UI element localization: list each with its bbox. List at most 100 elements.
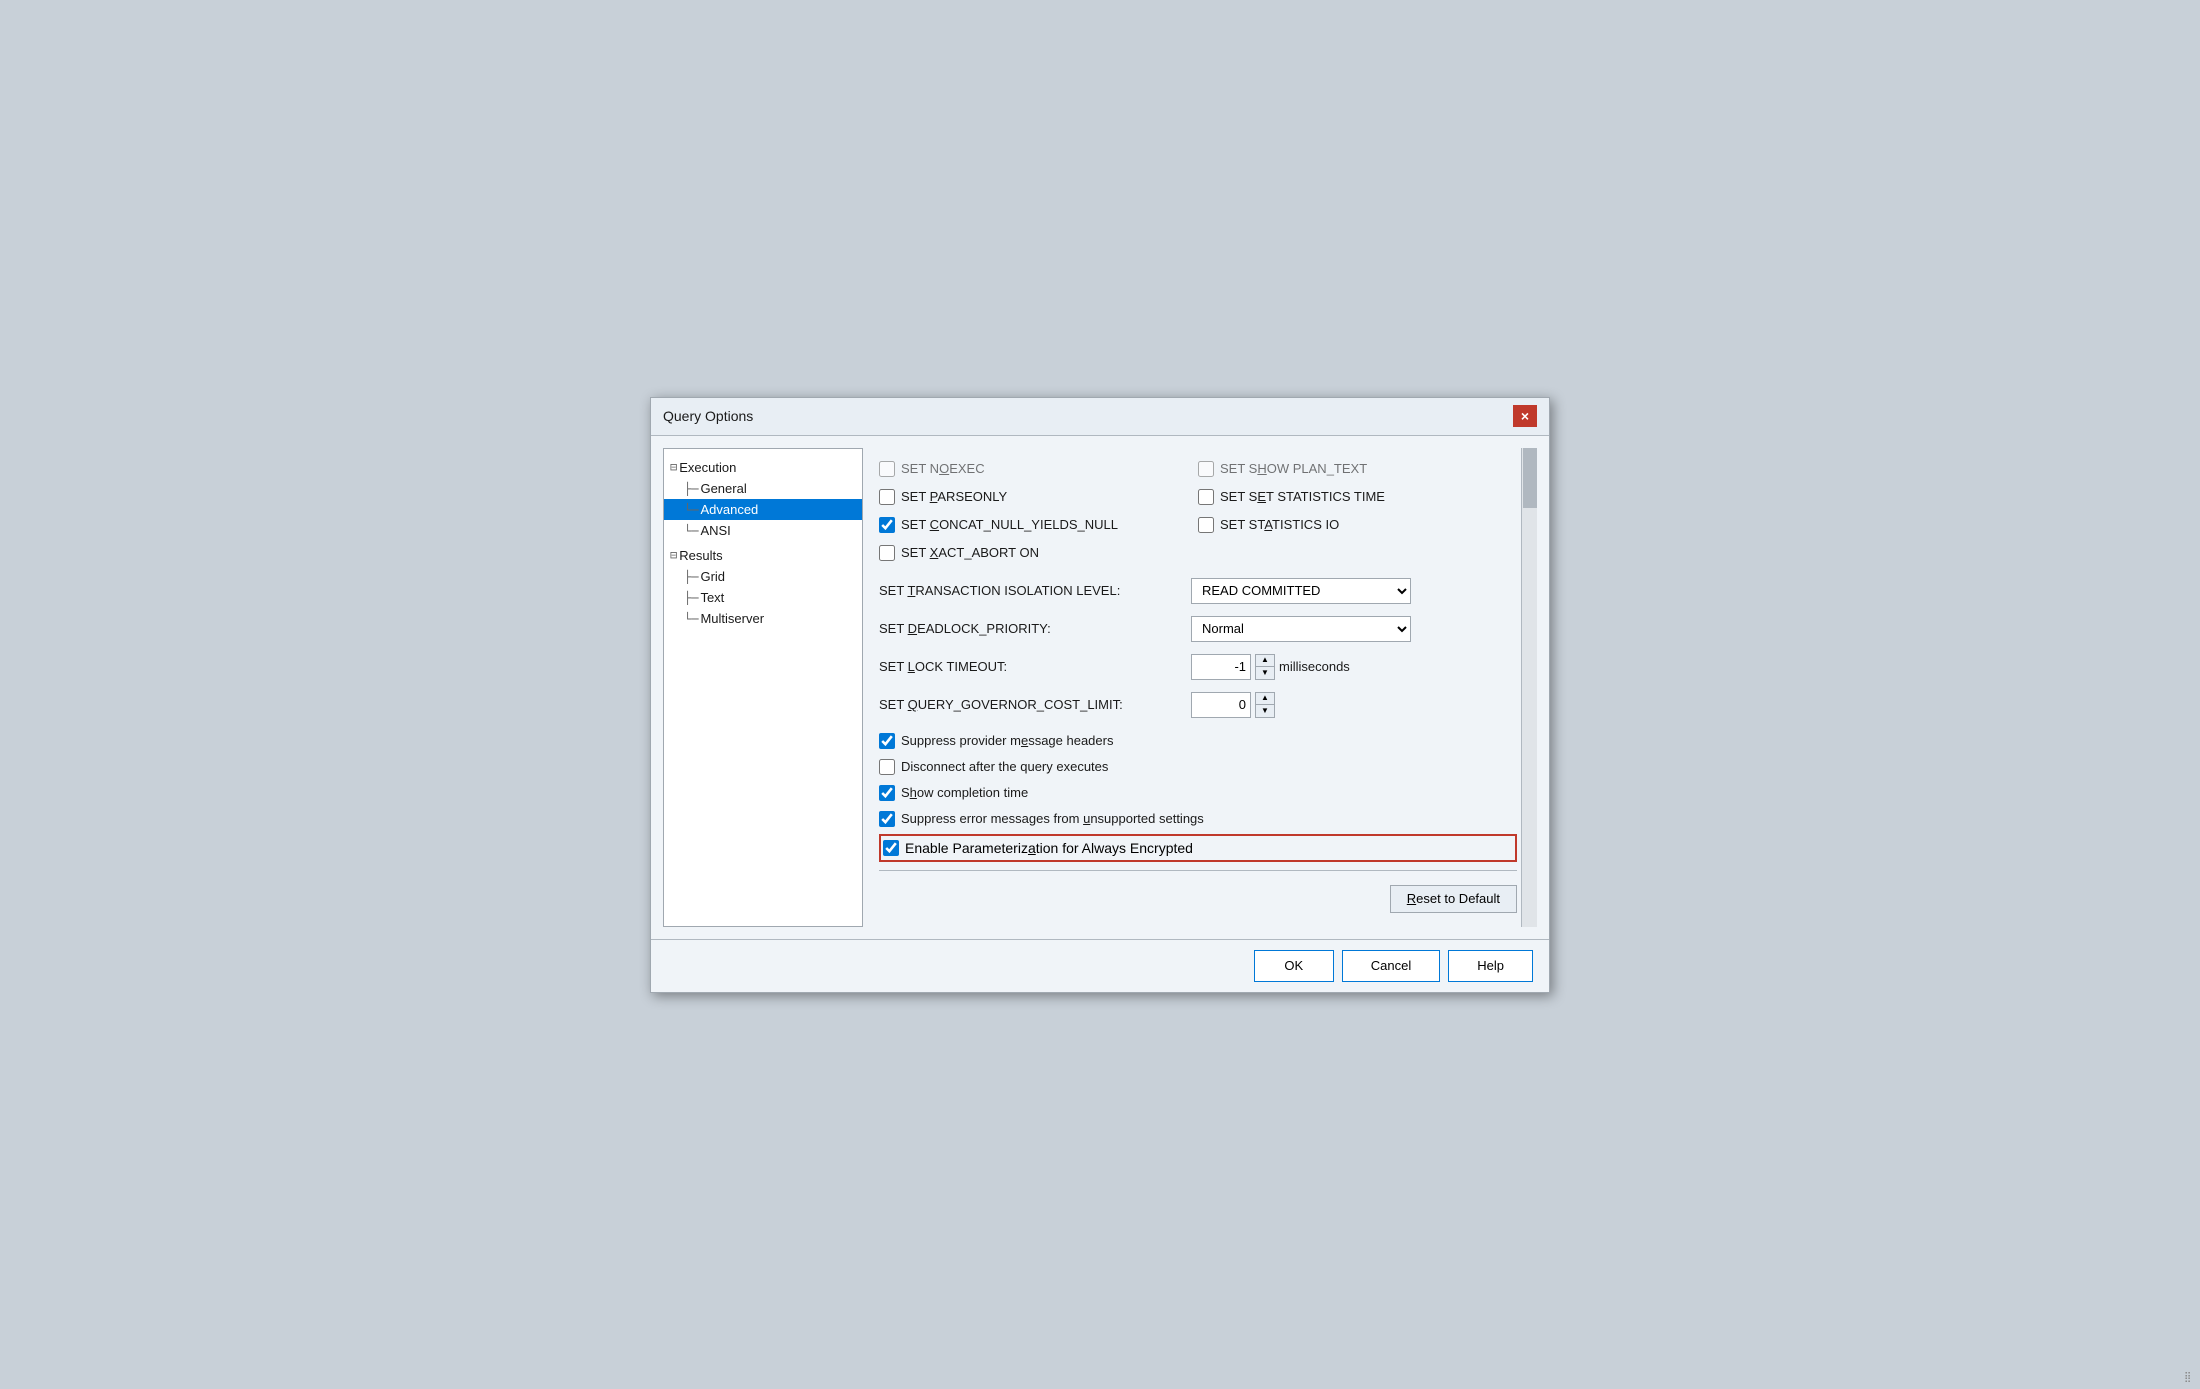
- checkbox-stats-time-input[interactable]: [1198, 489, 1214, 505]
- deadlock-priority-row: SET DEADLOCK_PRIORITY: Low Normal High: [879, 610, 1517, 648]
- cancel-button[interactable]: Cancel: [1342, 950, 1440, 982]
- bottom-bar: OK Cancel Help: [651, 939, 1549, 992]
- tree-label-text: Text: [700, 590, 724, 605]
- tree-item-ansi[interactable]: └─ ANSI: [664, 520, 862, 541]
- top-checkbox-row-xact: SET XACT_ABORT ON: [879, 540, 1517, 566]
- tree-label-results: Results: [679, 548, 722, 563]
- deadlock-priority-select[interactable]: Low Normal High: [1191, 616, 1411, 642]
- checkbox-show-completion-label: Show completion time: [901, 785, 1028, 800]
- tree-connector: └─: [684, 524, 698, 538]
- transaction-isolation-label: SET TRANSACTION ISOLATION LEVEL:: [879, 583, 1179, 598]
- lock-timeout-control: ▲ ▼ milliseconds: [1191, 654, 1350, 680]
- scrollbar-track: [1521, 448, 1537, 927]
- transaction-isolation-select[interactable]: READ UNCOMMITTED READ COMMITTED REPEATAB…: [1191, 578, 1411, 604]
- deadlock-priority-control: Low Normal High: [1191, 616, 1517, 642]
- tree-item-grid[interactable]: ├─ Grid: [664, 566, 862, 587]
- tree-connector: ⊟: [670, 460, 677, 474]
- reset-button[interactable]: Reset to Default: [1390, 885, 1517, 913]
- tree-connector: └─: [684, 612, 698, 626]
- query-governor-up[interactable]: ▲: [1256, 693, 1274, 705]
- checkbox-suppress-provider-label: Suppress provider message headers: [901, 733, 1113, 748]
- checkbox-showplan-label: SET SHOW PLAN_TEXT: [1220, 461, 1367, 476]
- checkbox-disconnect-label: Disconnect after the query executes: [901, 759, 1108, 774]
- tree-label-grid: Grid: [700, 569, 725, 584]
- tree-indent: ├─: [684, 569, 700, 584]
- transaction-isolation-row: SET TRANSACTION ISOLATION LEVEL: READ UN…: [879, 572, 1517, 610]
- checkbox-noexec-input[interactable]: [879, 461, 895, 477]
- checkbox-showplan-input[interactable]: [1198, 461, 1214, 477]
- query-governor-spinner: ▲ ▼: [1255, 692, 1275, 718]
- tree-item-results[interactable]: ⊟ Results: [664, 545, 862, 566]
- checkbox-parseonly-label: SET PARSEONLY: [901, 489, 1007, 504]
- tree-panel: ⊟ Execution ├─ General └─ Advanced: [663, 448, 863, 927]
- tree-label-general: General: [700, 481, 746, 496]
- tree-connector: ├─: [684, 570, 698, 584]
- query-governor-row: SET QUERY_GOVERNOR_COST_LIMIT: ▲ ▼: [879, 686, 1517, 724]
- tree-label-execution: Execution: [679, 460, 736, 475]
- checkbox-set-concat: SET CONCAT_NULL_YIELDS_NULL: [879, 512, 1198, 538]
- checkbox-concat-label: SET CONCAT_NULL_YIELDS_NULL: [901, 517, 1118, 532]
- tree-connector: ⊟: [670, 548, 677, 562]
- checkbox-set-noexec: SET NOEXEC: [879, 456, 1198, 482]
- help-button[interactable]: Help: [1448, 950, 1533, 982]
- checkbox-set-statistics-io: SET STATISTICS IO: [1198, 512, 1517, 538]
- milliseconds-label: milliseconds: [1279, 659, 1350, 674]
- checkbox-stats-time-label: SET SET STATISTICS TIME: [1220, 489, 1385, 504]
- lock-timeout-row: SET LOCK TIMEOUT: ▲ ▼ milliseconds: [879, 648, 1517, 686]
- query-governor-control: ▲ ▼: [1191, 692, 1275, 718]
- lock-timeout-input[interactable]: [1191, 654, 1251, 680]
- checkbox-disconnect: Disconnect after the query executes: [879, 754, 1517, 780]
- checkbox-suppress-error-label: Suppress error messages from unsupported…: [901, 811, 1204, 826]
- query-governor-input[interactable]: [1191, 692, 1251, 718]
- checkbox-set-parseonly: SET PARSEONLY: [879, 484, 1198, 510]
- checkbox-parameterization-label: Enable Parameterization for Always Encry…: [905, 840, 1193, 856]
- tree-indent: ├─: [684, 481, 700, 496]
- checkbox-stats-io-label: SET STATISTICS IO: [1220, 517, 1339, 532]
- reset-row: Reset to Default: [879, 879, 1517, 919]
- top-checkbox-row-noexec: SET NOEXEC SET SHOW PLAN_TEXT: [879, 456, 1517, 482]
- checkbox-suppress-error: Suppress error messages from unsupported…: [879, 806, 1517, 832]
- query-governor-down[interactable]: ▼: [1256, 705, 1274, 717]
- checkbox-set-xact: SET XACT_ABORT ON: [879, 540, 1198, 566]
- checkbox-xact-input[interactable]: [879, 545, 895, 561]
- checkbox-parameterization-input[interactable]: [883, 840, 899, 856]
- title-bar: Query Options ×: [651, 398, 1549, 436]
- tree-item-multiserver[interactable]: └─ Multiserver: [664, 608, 862, 629]
- lock-timeout-up[interactable]: ▲: [1256, 655, 1274, 667]
- checkbox-noexec-label: SET NOEXEC: [901, 461, 985, 476]
- checkbox-parseonly-input[interactable]: [879, 489, 895, 505]
- separator: [879, 870, 1517, 871]
- settings-content: SET NOEXEC SET SHOW PLAN_TEXT SET PARSEO…: [871, 452, 1537, 923]
- checkbox-set-showplan: SET SHOW PLAN_TEXT: [1198, 456, 1517, 482]
- transaction-isolation-control: READ UNCOMMITTED READ COMMITTED REPEATAB…: [1191, 578, 1517, 604]
- checkbox-suppress-error-input[interactable]: [879, 811, 895, 827]
- ok-button[interactable]: OK: [1254, 950, 1334, 982]
- resize-grip[interactable]: ⣿: [2184, 1373, 2198, 1387]
- tree-connector: └─: [684, 503, 698, 517]
- close-button[interactable]: ×: [1513, 405, 1537, 427]
- tree-item-execution[interactable]: ⊟ Execution: [664, 457, 862, 478]
- checkbox-xact-label: SET XACT_ABORT ON: [901, 545, 1039, 560]
- tree-indent: └─: [684, 611, 700, 626]
- tree-indent: └─: [684, 523, 700, 538]
- tree-item-general[interactable]: ├─ General: [664, 478, 862, 499]
- top-checkbox-row-concat: SET CONCAT_NULL_YIELDS_NULL SET STATISTI…: [879, 512, 1517, 538]
- lock-timeout-down[interactable]: ▼: [1256, 667, 1274, 679]
- deadlock-priority-label: SET DEADLOCK_PRIORITY:: [879, 621, 1179, 636]
- lock-timeout-label: SET LOCK TIMEOUT:: [879, 659, 1179, 674]
- checkbox-stats-io-input[interactable]: [1198, 517, 1214, 533]
- checkbox-concat-input[interactable]: [879, 517, 895, 533]
- tree-connector: ├─: [684, 482, 698, 496]
- top-checkbox-row-parseonly: SET PARSEONLY SET SET STATISTICS TIME: [879, 484, 1517, 510]
- right-panel: SET NOEXEC SET SHOW PLAN_TEXT SET PARSEO…: [871, 448, 1537, 927]
- tree-item-advanced[interactable]: └─ Advanced: [664, 499, 862, 520]
- lock-timeout-spinner: ▲ ▼: [1255, 654, 1275, 680]
- scrollbar-thumb[interactable]: [1523, 448, 1537, 508]
- checkbox-disconnect-input[interactable]: [879, 759, 895, 775]
- checkbox-enable-parameterization-row: Enable Parameterization for Always Encry…: [879, 834, 1517, 862]
- dialog-title: Query Options: [663, 408, 753, 424]
- checkbox-show-completion-input[interactable]: [879, 785, 895, 801]
- checkbox-suppress-provider-input[interactable]: [879, 733, 895, 749]
- checkbox-suppress-provider: Suppress provider message headers: [879, 728, 1517, 754]
- tree-item-text[interactable]: ├─ Text: [664, 587, 862, 608]
